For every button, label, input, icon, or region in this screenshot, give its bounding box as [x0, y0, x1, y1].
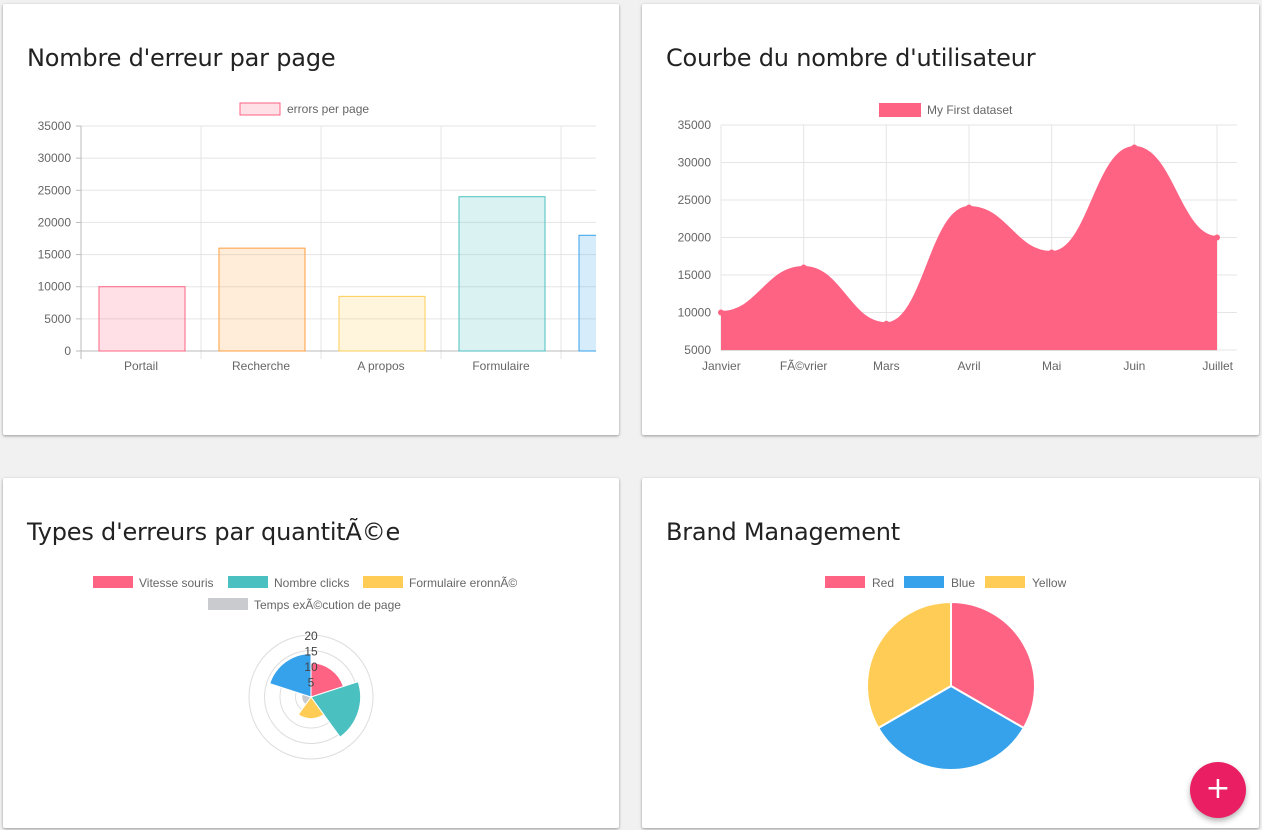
y-tick-label: 30000 — [678, 156, 712, 170]
data-point — [1131, 144, 1138, 151]
polar-chart[interactable]: Vitesse souris Nombre clicks Formulaire er… — [3, 478, 619, 828]
error-types-card: Types d'erreurs par quantitÃ©e Vitesse s… — [3, 478, 619, 828]
plus-icon: + — [1205, 771, 1231, 806]
x-tick-label: A propos — [357, 359, 404, 373]
legend-swatch — [228, 576, 268, 588]
legend: Red Blue Yellow — [825, 576, 1067, 590]
x-tick-label: Mai — [1042, 359, 1061, 373]
y-tick-label: 35000 — [678, 118, 712, 132]
x-tick-label: Janvier — [702, 359, 741, 373]
legend-swatch — [825, 576, 865, 588]
x-tick-label: Avril — [957, 359, 980, 373]
legend: Vitesse souris Nombre clicks Formulaire er… — [93, 576, 517, 612]
legend-label: Red — [872, 576, 894, 590]
legend-label: Nombre clicks — [274, 576, 349, 590]
legend-label: Temps exÃ©cution de page — [254, 598, 401, 612]
legend-label: Formulaire eronnÃ© — [409, 576, 517, 590]
brand-card: Brand Management Red Blue Yellow — [642, 478, 1259, 828]
data-point — [966, 204, 972, 211]
x-tick-label: Juin — [1123, 359, 1145, 373]
legend: My First dataset — [879, 103, 1013, 117]
data-point — [1048, 249, 1055, 256]
r-tick-label: 10 — [304, 660, 318, 674]
bar — [458, 196, 546, 352]
x-tick-label: Recherche — [232, 359, 290, 373]
x-tick-label: Formulaire — [472, 359, 530, 373]
legend-swatch — [985, 576, 1025, 588]
bar — [98, 286, 186, 352]
y-tick-label: 30000 — [38, 151, 72, 165]
legend-swatch — [363, 576, 403, 588]
bar-chart[interactable]: errors per page 35000 30000 25000 20000 15000… — [3, 4, 619, 435]
data-point — [800, 264, 807, 271]
bar — [578, 234, 596, 352]
legend-swatch — [93, 576, 133, 588]
y-tick-label: 15000 — [678, 268, 712, 282]
y-tick-label: 25000 — [38, 183, 72, 197]
bar — [338, 295, 426, 352]
legend-swatch — [208, 598, 248, 610]
y-tick-label: 5000 — [684, 343, 711, 357]
data-point — [883, 320, 890, 327]
y-tick-label: 15000 — [38, 248, 72, 262]
legend-label: Blue — [951, 576, 975, 590]
bars — [98, 196, 596, 352]
y-tick-label: 0 — [64, 344, 71, 358]
y-tick-label: 20000 — [38, 215, 72, 229]
legend-label: Vitesse souris — [139, 576, 213, 590]
legend-swatch — [879, 103, 921, 117]
x-tick-label: Portail — [124, 359, 158, 373]
pie-chart[interactable]: Red Blue Yellow — [642, 478, 1259, 828]
bar — [218, 247, 306, 352]
y-tick-label: 5000 — [44, 312, 71, 326]
data-point — [1214, 234, 1220, 241]
y-tick-label: 10000 — [678, 306, 712, 320]
legend: errors per page — [239, 102, 369, 116]
y-tick-label: 35000 — [38, 119, 72, 133]
legend-swatch — [239, 102, 281, 116]
x-tick-label: FÃ©vrier — [780, 359, 828, 373]
r-tick-label: 5 — [308, 676, 315, 690]
user-curve-card: Courbe du nombre d'utilisateur My First … — [642, 4, 1259, 435]
x-tick-label: Mars — [873, 359, 900, 373]
legend-label: Yellow — [1032, 576, 1067, 590]
line-chart[interactable]: My First dataset 35000 30000 25000 20000 1500… — [642, 4, 1259, 435]
y-tick-label: 25000 — [678, 193, 712, 207]
add-button[interactable]: + — [1190, 762, 1246, 818]
r-tick-label: 20 — [304, 629, 318, 643]
errors-per-page-card: Nombre d'erreur par page errors per page… — [3, 4, 619, 435]
y-tick-label: 20000 — [678, 231, 712, 245]
data-point — [718, 309, 724, 316]
r-tick-label: 15 — [304, 645, 318, 659]
legend-label: My First dataset — [927, 103, 1013, 117]
x-tick-label: Juillet — [1202, 359, 1233, 373]
legend-swatch — [904, 576, 944, 588]
legend-label: errors per page — [287, 102, 369, 116]
y-tick-label: 10000 — [38, 280, 72, 294]
